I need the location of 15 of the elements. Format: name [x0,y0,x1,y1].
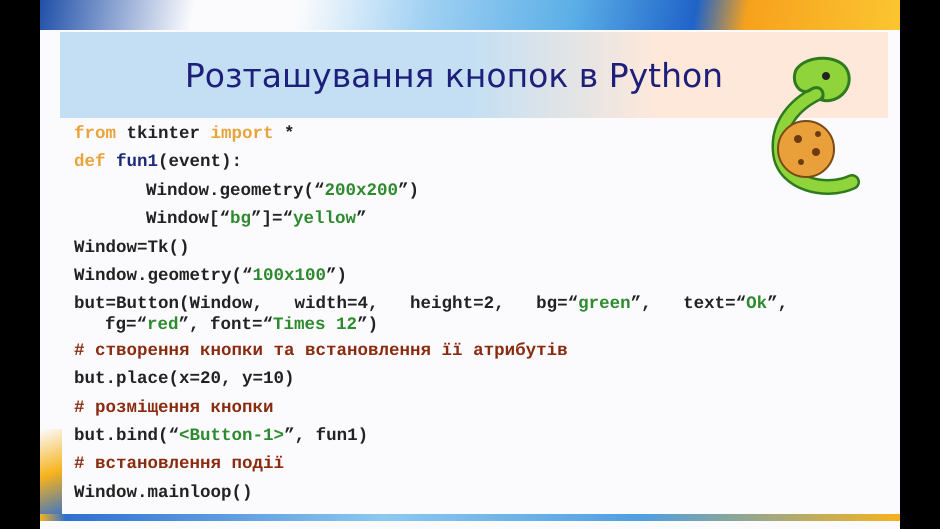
code-line: but=Button(Window, width=4, height=2, bg=“green”, text=“Ok”, [74,293,788,316]
code-comment: # розміщення кнопки [74,396,274,420]
code-comment: # створення кнопки та встановлення її атрибутів [74,340,568,363]
slide-title: Розташування кнопок в Python [184,56,724,94]
code-line: fg=“red”, font=“Times 12”) [104,314,378,337]
code-line: Window.mainloop() [74,482,253,505]
code-line: Window=Tk() [74,236,190,260]
code-line: Window.geometry(“100x100”) [74,265,348,288]
code-line: def fun1(event): [74,151,242,174]
code-line: but.bind(“<Button-1>”, fun1) [74,425,368,448]
code-comment: # встановлення події [74,453,284,476]
code-line: Window.geometry(“200x200”) [145,180,420,203]
code-line: but.place(x=20, y=10) [74,368,295,392]
code-line: Window[“bg”]=“yellow” [145,208,367,232]
code-line: from tkinter import * [74,123,295,146]
